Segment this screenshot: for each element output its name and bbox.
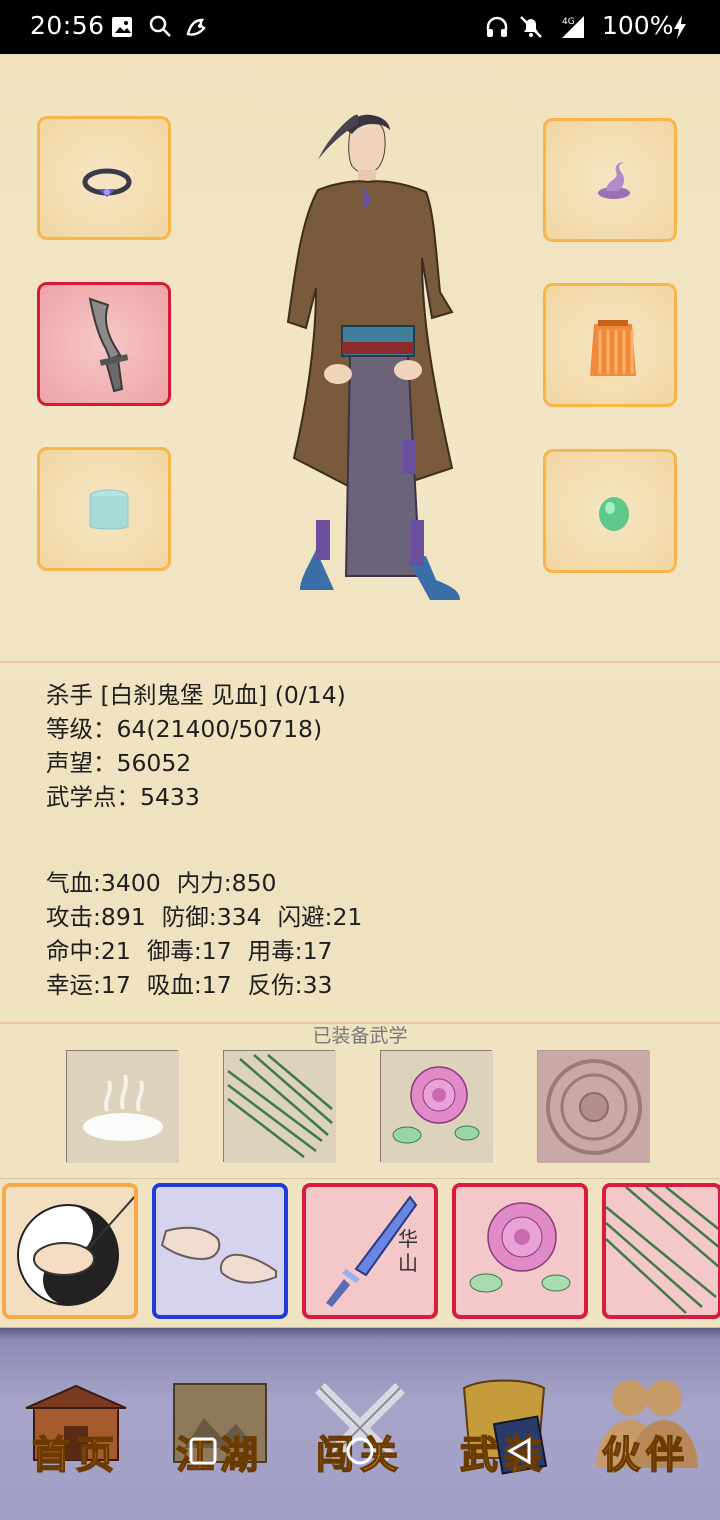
hat-icon [598,162,630,199]
stat-poison-use: 用毒:17 [247,937,333,965]
martial-tile-pine-needles[interactable] [223,1050,336,1163]
equip-slot-ring[interactable] [37,116,171,240]
pine-needles-icon [606,1187,718,1314]
jade-pendant-icon [599,497,629,531]
stat-attack: 攻击:891 [46,903,146,931]
nav-equipment[interactable]: 武装 [444,1368,564,1488]
status-bar: 20:56 4G 100% [0,0,720,54]
skill-card-fist-bump[interactable] [152,1183,288,1319]
martial-tile-rose[interactable] [380,1050,493,1163]
martial-points-line: 武学点：5433 [46,783,200,811]
character-page: 杀手 [白刹鬼堡 见血] (0/14) 等级：64(21400/50718) 声… [0,54,720,1328]
stat-dodge: 闪避:21 [277,903,363,931]
profile-info: 杀手 [白刹鬼堡 见血] (0/14) 等级：64(21400/50718) 声… [46,678,346,814]
nav-jianghu[interactable]: 江湖 [160,1368,280,1488]
charging-bolt-icon [674,15,686,39]
image-notification-icon [112,17,132,37]
pine-needles-icon [224,1051,336,1163]
equip-slot-accessory[interactable] [543,449,677,573]
equipped-martial-title: 已装备武学 [312,1025,408,1047]
character-portrait [286,114,460,600]
skill-card-taiji-fist[interactable] [2,1183,138,1319]
ring-icon [82,168,132,197]
signal-4g-icon: 4G [562,16,584,38]
stats-block: 气血:3400 内力:850 攻击:891 防御:334 闪避:21 命中:21 御毒:… [46,866,378,1002]
equip-slot-hat[interactable] [543,118,677,242]
search-notification-icon [149,15,171,37]
stats-row: 攻击:891 防御:334 闪避:21 [46,900,378,934]
status-time: 20:56 [30,11,105,40]
mute-bell-icon [520,16,542,38]
stat-lifesteal: 吸血:17 [146,971,232,999]
equip-slot-bracer[interactable] [37,447,171,571]
mist-icon [67,1051,179,1163]
nav-partners[interactable]: 伙伴 [586,1368,706,1488]
nav-jianghu-label: 江湖 [175,1431,264,1478]
app-notification-icon [186,18,206,36]
stat-defense: 防御:334 [161,903,262,931]
bottom-nav: 首页 江湖 闯关 武装 伙伴 [0,1328,720,1520]
recent-apps-icon[interactable] [188,1436,218,1466]
back-triangle-icon[interactable] [504,1436,534,1466]
jade-bracer-icon [89,489,129,530]
skill-card-pine-needles[interactable] [602,1183,720,1319]
martial-tile-mist[interactable] [66,1050,179,1163]
armor-vest-icon [590,320,636,376]
home-circle-icon[interactable] [345,1436,375,1466]
skill-card-huashan-sword[interactable]: 华山 [302,1183,438,1319]
rose-icon [469,1202,571,1293]
title-line: 杀手 [白刹鬼堡 见血] (0/14) [46,681,346,709]
stat-poison-resist: 御毒:17 [146,937,232,965]
huashan-label: 华山 [398,1227,418,1275]
battery-percent: 100% [602,11,674,40]
nav-partners-label: 伙伴 [601,1431,690,1478]
stats-row: 幸运:17 吸血:17 反伤:33 [46,968,378,1002]
level-line: 等级：64(21400/50718) [46,715,323,743]
nav-challenge[interactable]: 闯关 [300,1368,420,1488]
martial-tile-seal[interactable] [537,1050,650,1163]
section-divider [0,661,720,663]
stat-hp: 气血:3400 [46,869,161,897]
stats-row: 命中:21 御毒:17 用毒:17 [46,934,378,968]
taiji-fist-icon [17,1195,134,1306]
svg-text:4G: 4G [562,17,575,27]
fist-bump-icon [160,1226,277,1284]
skill-card-rose[interactable] [452,1183,588,1319]
headphones-icon [486,16,508,37]
equip-slot-armor[interactable] [543,283,677,407]
aztec-seal-icon [538,1051,650,1163]
broad-sword-icon [88,297,129,393]
stat-luck: 幸运:17 [46,971,131,999]
rose-icon [381,1051,493,1163]
stats-row: 气血:3400 内力:850 [46,866,378,900]
nav-home[interactable]: 首页 [16,1368,136,1488]
equip-slot-weapon[interactable] [37,282,171,406]
fame-line: 声望：56052 [46,749,192,777]
stat-reflect: 反伤:33 [247,971,333,999]
skill-card-bar: 华山 [0,1178,720,1328]
nav-home-label: 首页 [31,1431,120,1478]
stat-hit: 命中:21 [46,937,131,965]
stat-mp: 内力:850 [176,869,277,897]
